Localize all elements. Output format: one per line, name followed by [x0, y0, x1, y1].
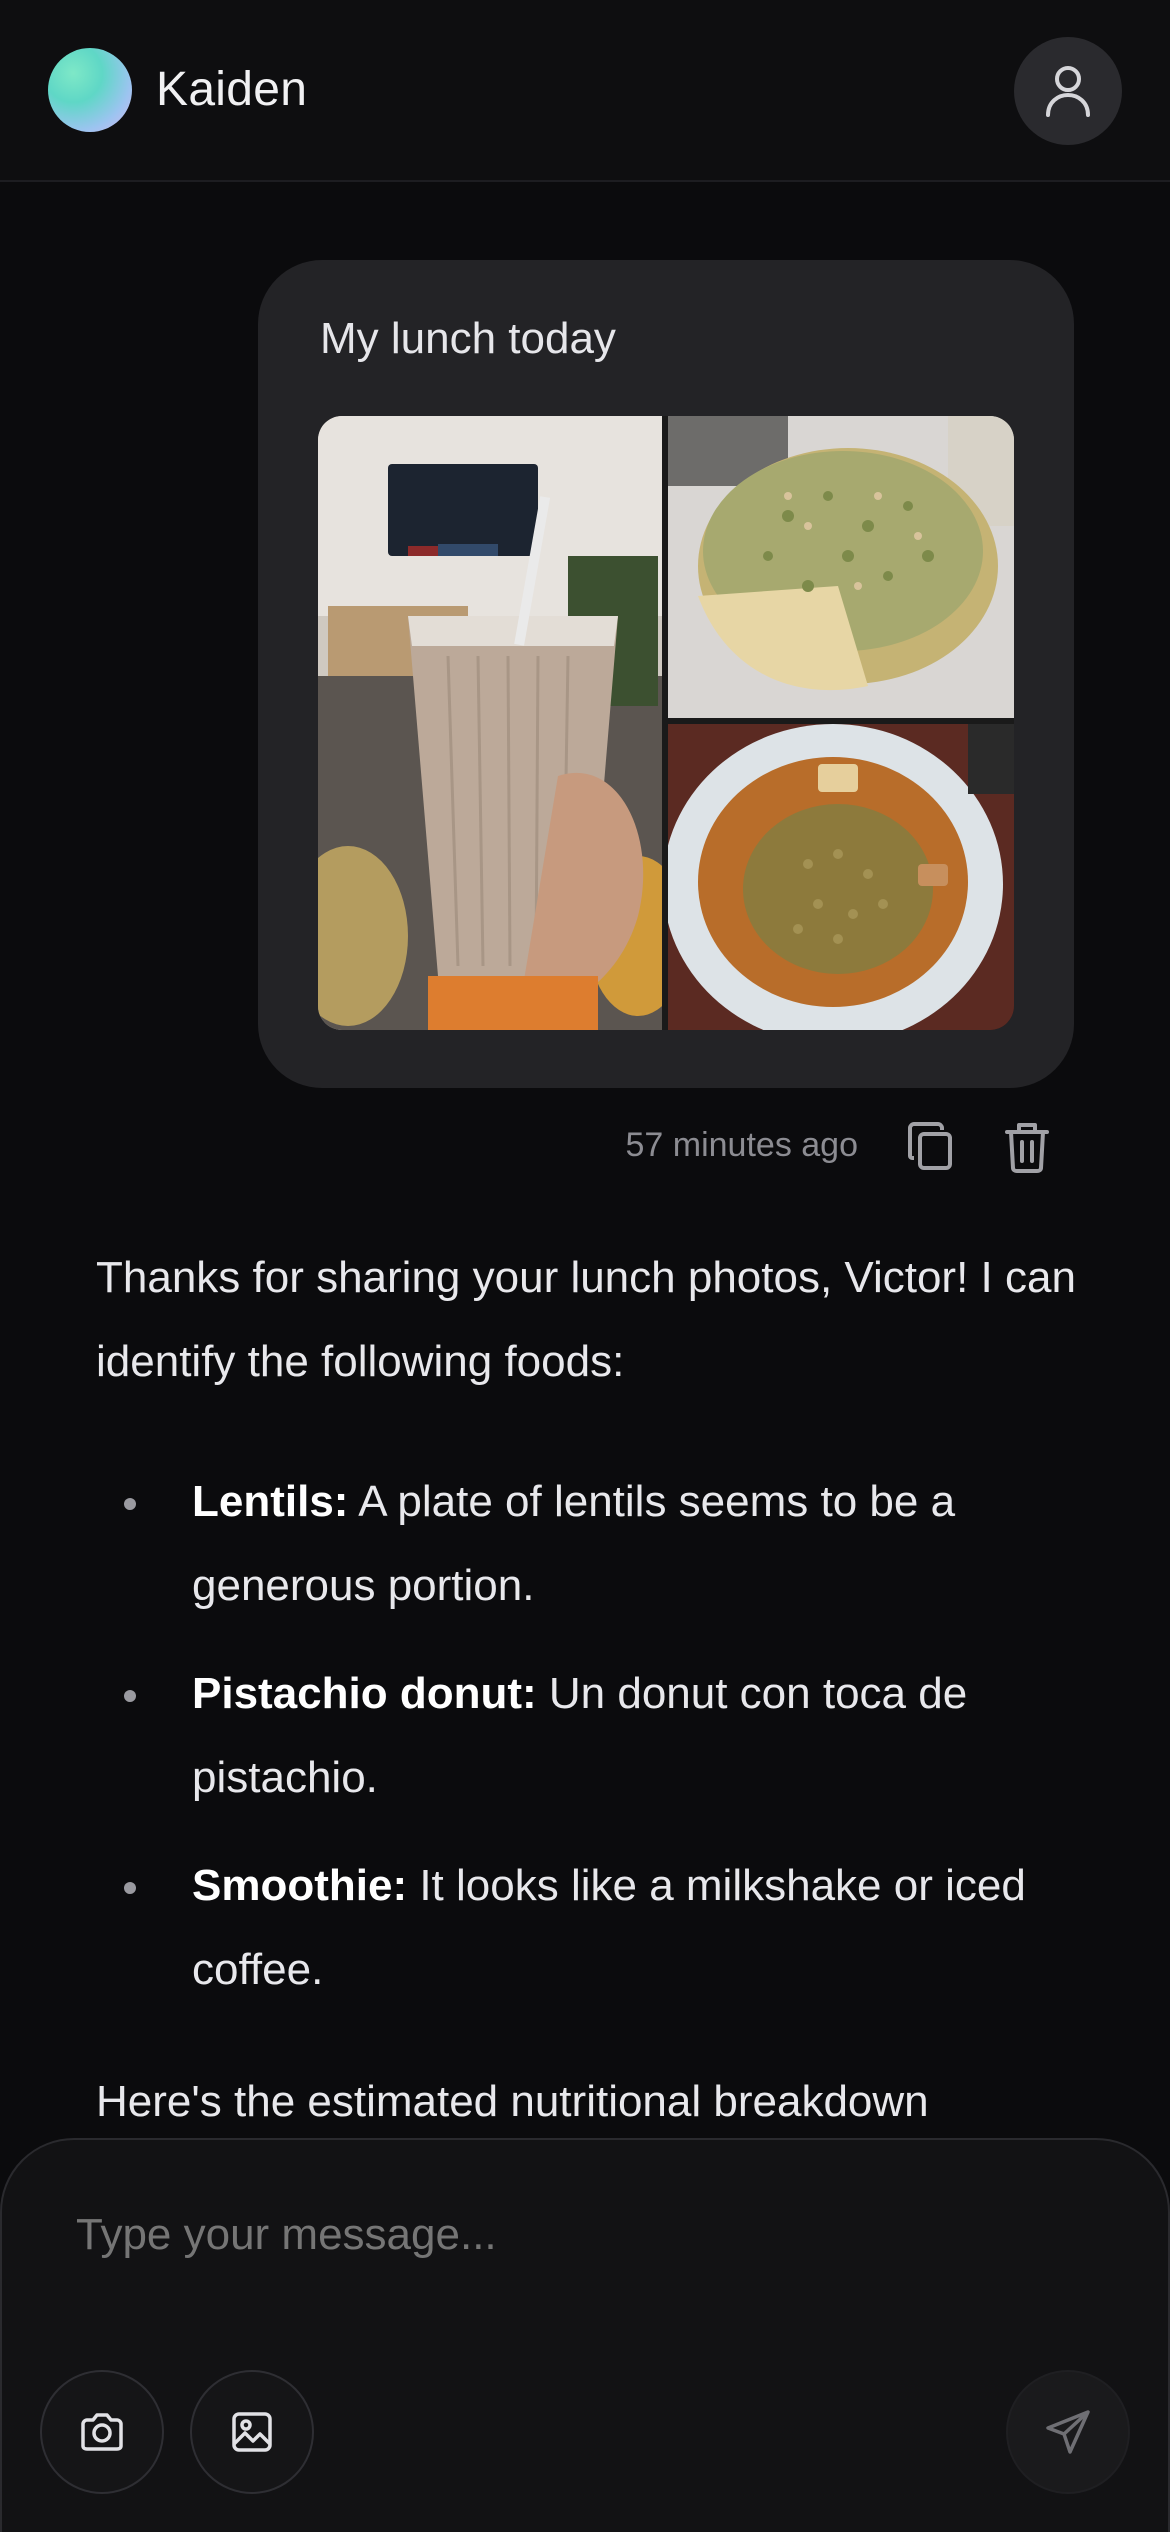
assistant-tail: Here's the estimated nutritional breakdo…: [96, 2077, 929, 2126]
delete-button[interactable]: [1003, 1120, 1051, 1174]
send-button[interactable]: [1006, 2370, 1130, 2494]
assistant-avatar: [48, 48, 132, 132]
item-label: Lentils:: [192, 1477, 349, 1526]
assistant-intro: Thanks for sharing your lunch photos, Vi…: [96, 1253, 1076, 1386]
photo-grid: [318, 416, 1014, 1030]
message-meta: 57 minutes ago: [0, 1120, 1170, 1176]
trash-icon: [1005, 1123, 1049, 1173]
camera-icon: [81, 2413, 123, 2451]
pistachio-donut-photo[interactable]: [668, 416, 1014, 718]
iced-coffee-photo[interactable]: [318, 416, 662, 1030]
message-timestamp: 57 minutes ago: [625, 1126, 859, 1164]
send-icon: [1046, 2410, 1090, 2454]
copy-button[interactable]: [906, 1120, 956, 1174]
user-message-bubble: My lunch today: [258, 260, 1074, 1088]
food-list: Lentils: A plate of lentils seems to be …: [96, 1460, 1086, 2012]
top-bar: Kaiden: [0, 0, 1170, 182]
item-label: Pistachio donut:: [192, 1669, 537, 1718]
camera-button[interactable]: [40, 2370, 164, 2494]
assistant-name: Kaiden: [156, 63, 308, 116]
list-item: Smoothie: It looks like a milkshake or i…: [96, 1844, 1086, 2012]
user-icon: [1046, 66, 1090, 117]
gallery-button[interactable]: [190, 2370, 314, 2494]
user-message-text: My lunch today: [320, 314, 616, 363]
image-icon: [232, 2412, 272, 2452]
profile-button[interactable]: [1014, 37, 1122, 145]
assistant-message: Thanks for sharing your lunch photos, Vi…: [96, 1236, 1086, 2144]
copy-icon: [908, 1122, 952, 1170]
chat-screen: Kaiden My lunch today 57 minutes ago Tha…: [0, 0, 1170, 2532]
lentils-photo[interactable]: [668, 724, 1014, 1030]
message-input[interactable]: [76, 2210, 976, 2260]
list-item: Lentils: A plate of lentils seems to be …: [96, 1460, 1086, 1628]
list-item: Pistachio donut: Un donut con toca de pi…: [96, 1652, 1086, 1820]
message-composer: [0, 2138, 1170, 2532]
item-label: Smoothie:: [192, 1861, 408, 1910]
